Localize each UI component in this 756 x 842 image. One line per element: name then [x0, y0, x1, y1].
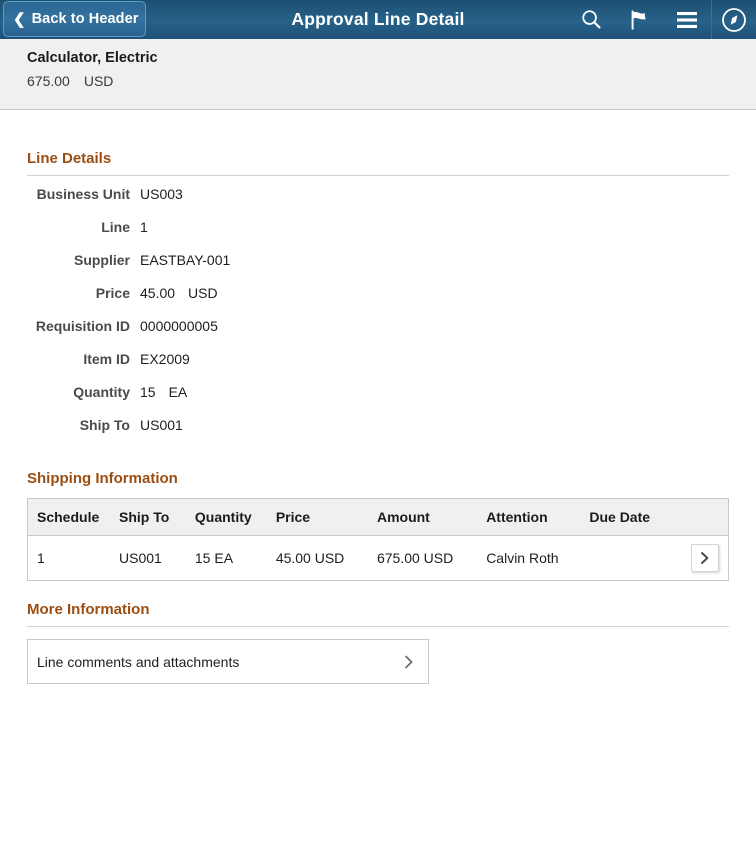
chevron-right-icon [699, 551, 711, 565]
back-to-header-label: Back to Header [31, 11, 139, 27]
item-title: Calculator, Electric [27, 50, 158, 66]
cell-amount: 675.00 USD [376, 550, 454, 566]
field-value-unit: EA [168, 384, 188, 400]
more-information-list: Line comments and attachments [27, 639, 729, 684]
chevron-right-icon [403, 654, 415, 670]
line-details-heading: Line Details [27, 150, 112, 167]
cell-schedule: 1 [37, 550, 45, 566]
flag-icon [628, 9, 650, 31]
line-details-divider [27, 175, 729, 176]
field-value: US001 [140, 417, 183, 433]
search-button[interactable] [567, 0, 615, 39]
cell-ship-to: US001 [119, 550, 162, 566]
shipping-information-heading: Shipping Information [27, 470, 178, 487]
field-value: 0000000005 [140, 318, 218, 334]
item-summary-bar: Calculator, Electric 675.00 USD [0, 39, 756, 110]
more-information-divider [27, 626, 729, 627]
field-value-unit: USD [188, 285, 218, 301]
field-value: EX2009 [140, 351, 190, 367]
column-header: Ship To [119, 499, 195, 536]
header-icon-group [567, 0, 756, 39]
field-row: Item ID EX2009 [27, 351, 729, 384]
hamburger-menu-icon [676, 11, 698, 29]
nav-compass-icon [721, 7, 747, 33]
line-details-field-list: Business Unit US003 Line 1 Supplier EASTBAY-0… [27, 186, 729, 450]
field-value: 1 [140, 219, 148, 235]
column-header [682, 499, 728, 536]
field-row: Price 45.00 USD [27, 285, 729, 318]
field-value-text: 15 [140, 384, 156, 400]
field-label: Business Unit [36, 186, 130, 202]
field-value-text: 1 [140, 219, 148, 235]
column-header: Attention [486, 499, 590, 536]
cell-price: 45.00 USD [275, 550, 345, 566]
field-value-text: US001 [140, 417, 183, 433]
field-label: Supplier [73, 252, 130, 268]
shipping-information-table: Schedule Ship To Quantity Price Amount Attent… [28, 499, 728, 580]
field-row: Ship To US001 [27, 417, 729, 450]
field-label: Quantity [73, 384, 130, 400]
table-row[interactable]: 1 US001 15 EA 45.00 USD 675.00 USD Calvin Rot… [28, 536, 728, 581]
field-label: Item ID [83, 351, 130, 367]
field-value: 45.00 USD [140, 285, 218, 301]
navbar-button[interactable] [711, 0, 756, 39]
more-information-heading: More Information [27, 601, 150, 618]
field-value-text: EASTBAY-001 [140, 252, 231, 268]
shipping-information-table-container: Schedule Ship To Quantity Price Amount Attent… [27, 498, 729, 581]
more-information-item[interactable]: Line comments and attachments [27, 639, 429, 684]
notifications-button[interactable] [615, 0, 663, 39]
field-value: EASTBAY-001 [140, 252, 230, 268]
cell-attention: Calvin Roth [486, 550, 559, 566]
table-body: 1 US001 15 EA 45.00 USD 675.00 USD Calvin Rot… [28, 536, 728, 581]
field-label: Price [95, 285, 130, 301]
cell-due-date [589, 536, 682, 581]
cell-quantity: 15 EA [194, 550, 234, 566]
field-label: Ship To [79, 417, 130, 433]
page-content: Line Details Business Unit US003 Line 1 Supp… [0, 110, 756, 684]
field-value-text: US003 [140, 186, 183, 202]
field-label: Requisition ID [35, 318, 130, 334]
chevron-left-icon: ❮ [13, 10, 26, 28]
field-value-text: 45.00 [140, 285, 176, 301]
back-to-header-button[interactable]: ❮ Back to Header [3, 1, 146, 37]
field-value-text: 0000000005 [140, 318, 218, 334]
column-header: Schedule [28, 499, 120, 536]
field-value: US003 [140, 186, 183, 202]
field-value-text: EX2009 [140, 351, 190, 367]
column-header: Price [275, 499, 377, 536]
column-header: Amount [376, 499, 487, 536]
actions-menu-button[interactable] [663, 0, 711, 39]
field-row: Supplier EASTBAY-001 [27, 252, 729, 285]
more-information-item-label: Line comments and attachments [37, 653, 240, 670]
app-header-bar: ❮ Back to Header Approval Line Detail [0, 0, 756, 39]
field-label: Line [101, 219, 130, 235]
search-icon [580, 8, 603, 31]
column-header: Due Date [589, 499, 683, 536]
table-header: Schedule Ship To Quantity Price Amount Attent… [28, 499, 728, 536]
field-row: Requisition ID 0000000005 [27, 318, 729, 351]
item-currency: USD [83, 73, 114, 89]
field-row: Quantity 15 EA [27, 384, 729, 417]
column-header: Quantity [194, 499, 276, 536]
field-row: Business Unit US003 [27, 186, 729, 219]
cell-detail-action [682, 536, 728, 581]
item-amount: 675.00 [27, 73, 70, 89]
row-detail-button[interactable] [691, 544, 720, 572]
field-row: Line 1 [27, 219, 729, 252]
table-header-row: Schedule Ship To Quantity Price Amount Attent… [28, 499, 728, 536]
item-amount-row: 675.00 USD [27, 70, 756, 92]
field-value: 15 EA [140, 384, 187, 400]
